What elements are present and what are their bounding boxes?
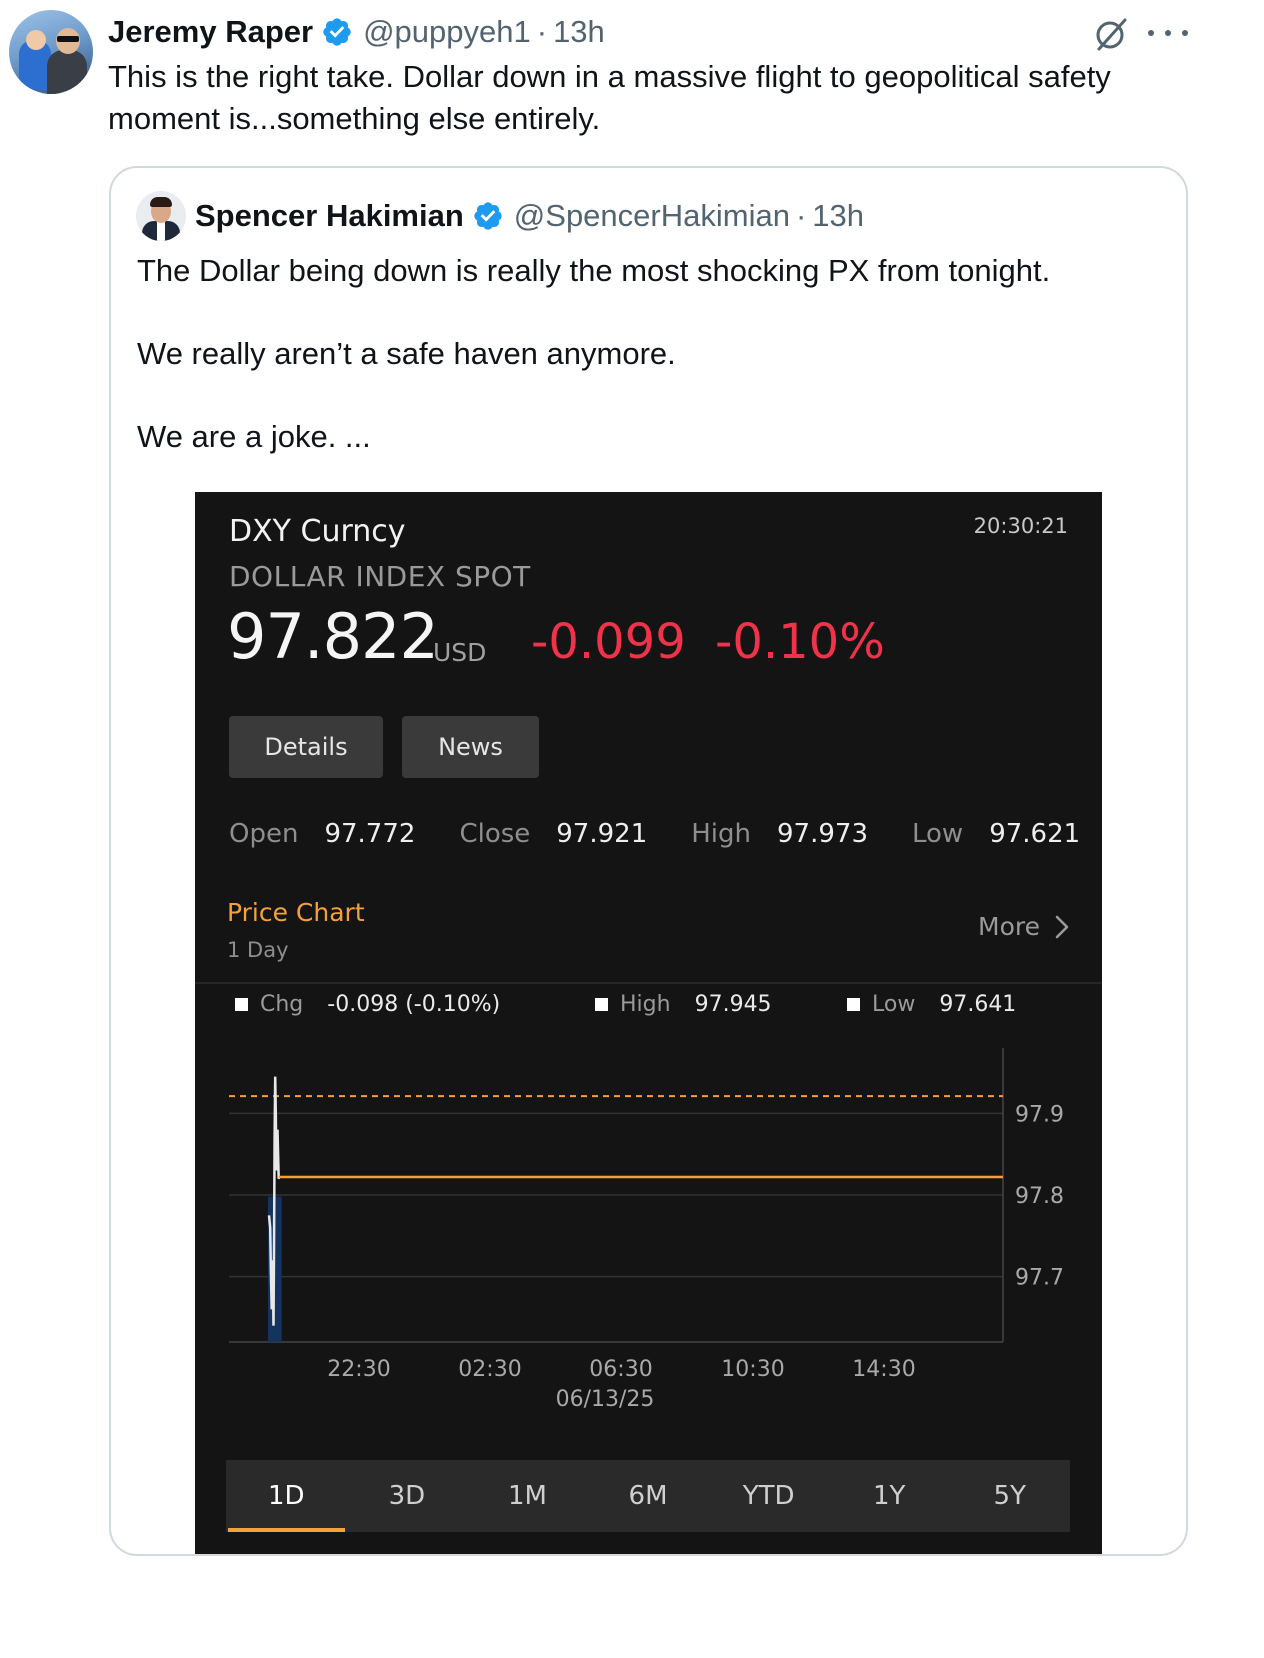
quote-clock: 20:30:21 <box>973 514 1068 538</box>
x-tick-label: 14:30 <box>852 1357 915 1382</box>
x-tick-label: 02:30 <box>458 1357 521 1382</box>
stats-row: Open 97.772 Close 97.921 High 97.973 Low… <box>229 810 1080 858</box>
avatar-sunglasses <box>57 36 79 42</box>
avatar-shirt <box>157 221 165 241</box>
author-handle[interactable]: @puppyeh1 <box>363 14 531 50</box>
quoted-tweet[interactable]: Spencer Hakimian @SpencerHakimian · 13h … <box>109 166 1188 1556</box>
y-tick-label: 97.8 <box>1015 1184 1064 1209</box>
attached-image[interactable]: DXY Curncy DOLLAR INDEX SPOT 20:30:21 97… <box>195 492 1102 1554</box>
stat-label: Close <box>459 819 531 849</box>
tweet-timestamp[interactable]: 13h <box>553 14 605 50</box>
price-chart-title: Price Chart <box>227 898 365 927</box>
quote-header: Spencer Hakimian @SpencerHakimian · 13h <box>195 196 864 236</box>
stat-label: Open <box>229 819 299 849</box>
quote-timestamp[interactable]: 13h <box>812 198 864 234</box>
x-tick-label: 06:30 <box>589 1357 652 1382</box>
quote-author-avatar[interactable] <box>136 191 186 241</box>
percent-change: -0.10% <box>715 614 885 670</box>
section-divider <box>195 982 1102 984</box>
x-date-label: 06/13/25 <box>556 1387 655 1412</box>
range-3d[interactable]: 3D <box>347 1460 468 1532</box>
stat-label: Low <box>912 819 964 849</box>
avatar-child-head <box>26 30 46 50</box>
avatar-hair <box>150 197 172 207</box>
header-separator: · <box>536 14 548 49</box>
security-name: DOLLAR INDEX SPOT <box>229 560 531 593</box>
news-button[interactable]: News <box>402 716 539 778</box>
stat-close: Close 97.921 <box>459 819 647 849</box>
x-tick-label: 22:30 <box>327 1357 390 1382</box>
legend-square-icon <box>595 998 608 1011</box>
tweet-header: Jeremy Raper @puppyeh1 · 13h <box>108 12 605 52</box>
range-ytd[interactable]: YTD <box>708 1460 829 1532</box>
net-change: -0.099 <box>531 614 686 670</box>
more-link[interactable]: More <box>978 912 1072 941</box>
price-chart-period: 1 Day <box>227 938 289 962</box>
stat-value: 97.973 <box>777 819 868 849</box>
stat-value: 97.772 <box>324 819 416 849</box>
quote-line: The Dollar being down is really the most… <box>137 253 1051 288</box>
chevron-right-icon <box>1055 915 1069 938</box>
range-1y[interactable]: 1Y <box>829 1460 950 1532</box>
tweet-text: This is the right take. Dollar down in a… <box>108 59 1111 136</box>
quote-author-handle[interactable]: @SpencerHakimian <box>514 198 790 234</box>
author-avatar[interactable] <box>9 10 93 94</box>
grok-icon[interactable] <box>1093 16 1129 52</box>
details-button[interactable]: Details <box>229 716 383 778</box>
avatar-adult-figure <box>47 50 87 94</box>
price-currency: USD <box>433 638 487 667</box>
range-5y[interactable]: 5Y <box>949 1460 1070 1532</box>
header-separator: · <box>795 198 807 233</box>
stat-high: High 97.973 <box>691 819 868 849</box>
range-6m[interactable]: 6M <box>588 1460 709 1532</box>
last-price: 97.822 <box>227 600 439 673</box>
quote-line: We are a joke. ... <box>137 419 371 454</box>
more-dot <box>1148 30 1154 36</box>
range-1d[interactable]: 1D <box>226 1460 347 1532</box>
range-selector: 1D 3D 1M 6M YTD 1Y 5Y <box>226 1460 1070 1532</box>
quote-line: We really aren’t a safe haven anymore. <box>137 336 676 371</box>
verified-badge-icon[interactable] <box>472 200 504 232</box>
y-tick-label: 97.7 <box>1015 1266 1064 1291</box>
more-dot <box>1165 30 1171 36</box>
stat-label: High <box>691 819 752 849</box>
verified-badge-icon[interactable] <box>321 16 353 48</box>
y-tick-label: 97.9 <box>1015 1102 1064 1127</box>
price-chart[interactable]: 97.9 97.8 97.7 22:30 02:30 06:30 10:30 14:30 06/… <box>195 1012 1102 1452</box>
ticker-symbol: DXY Curncy <box>229 514 406 549</box>
range-1m[interactable]: 1M <box>467 1460 588 1532</box>
author-name[interactable]: Jeremy Raper <box>108 14 313 50</box>
more-options-icon[interactable] <box>1148 18 1188 48</box>
price-chart-svg: 97.9 97.8 97.7 22:30 02:30 06:30 10:30 14:30 06/… <box>229 1048 1064 1412</box>
stat-value: 97.921 <box>556 819 648 849</box>
more-label: More <box>978 912 1040 941</box>
stat-value: 97.621 <box>989 819 1081 849</box>
stat-low: Low 97.621 <box>912 819 1080 849</box>
quote-text: The Dollar being down is really the most… <box>137 250 1167 499</box>
x-tick-label: 10:30 <box>721 1357 784 1382</box>
legend-square-icon <box>235 998 248 1011</box>
stat-open: Open 97.772 <box>229 819 415 849</box>
more-dot <box>1182 30 1188 36</box>
legend-square-icon <box>847 998 860 1011</box>
quote-author-name[interactable]: Spencer Hakimian <box>195 198 464 234</box>
